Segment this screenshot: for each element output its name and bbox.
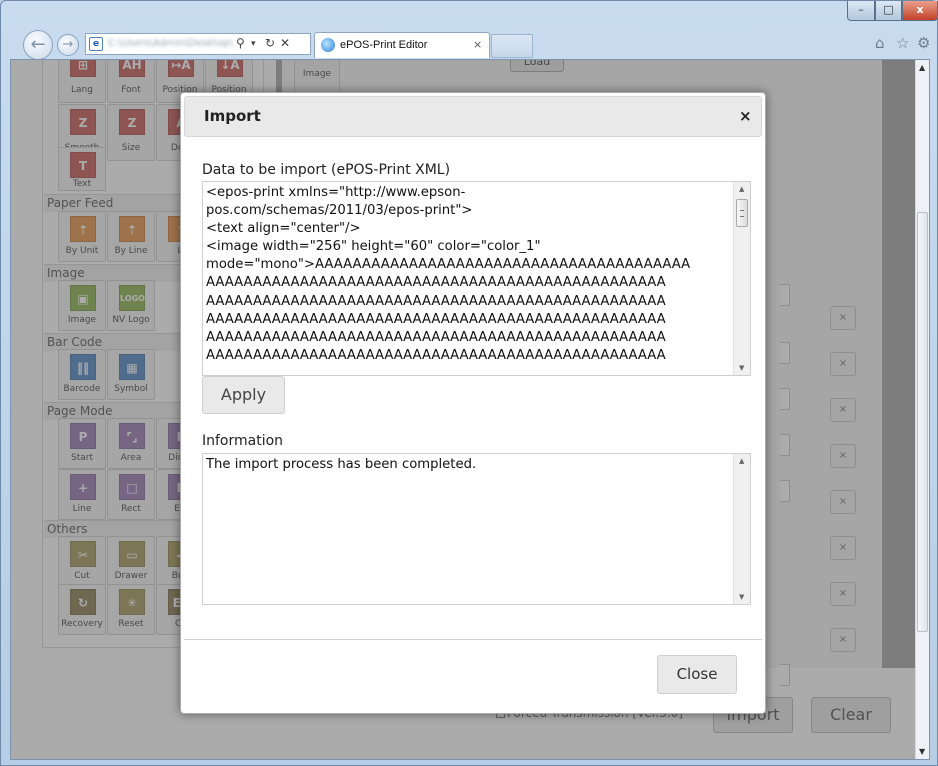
scroll-up-icon[interactable]: ▲ [739,457,744,465]
information-text: The import process has been completed. [206,457,477,472]
close-window-button[interactable]: x [902,1,938,21]
browser-tab[interactable]: ePOS-Print Editor × [314,32,490,58]
maximize-button[interactable]: □ [875,1,902,21]
close-icon[interactable]: × [739,107,752,125]
dialog-title: Import [204,107,261,125]
dialog-header: Import × [184,96,762,137]
page-icon: e [89,37,103,51]
tab-close-icon[interactable]: × [473,38,482,51]
page-scrollbar[interactable]: ▲ ▼ [915,60,929,759]
address-bar[interactable]: e C:\Users\Admin\Desktop\ ⚲ ▾ ↻ ✕ [85,33,311,55]
minimize-button[interactable]: – [847,1,875,21]
home-icon[interactable]: ⌂ [875,34,885,52]
info-scrollbar[interactable]: ▲ ▼ [733,454,750,604]
favorites-star-icon[interactable]: ☆ [896,34,909,52]
scroll-thumb[interactable] [736,199,748,227]
dialog-divider [184,639,762,640]
chevron-down-icon[interactable]: ▾ [251,39,256,49]
scroll-down-icon[interactable]: ▼ [919,747,925,756]
stop-icon[interactable]: ✕ [280,36,290,50]
scroll-down-icon[interactable]: ▼ [739,364,744,372]
search-icon[interactable]: ⚲ [236,36,245,50]
scroll-thumb[interactable] [917,212,928,632]
xml-data-label: Data to be import (ePOS-Print XML) [202,162,451,178]
xml-scrollbar[interactable]: ▲ ▼ [733,182,750,375]
refresh-icon[interactable]: ↻ [265,36,275,50]
scroll-down-icon[interactable]: ▼ [739,593,744,601]
information-label: Information [202,433,284,449]
address-url[interactable]: C:\Users\Admin\Desktop\ [108,38,233,51]
ie-favicon-icon [321,38,335,52]
xml-textarea[interactable]: <epos-print xmlns="http://www.epson- pos… [202,181,751,376]
forward-arrow-icon[interactable]: → [57,34,79,56]
close-button[interactable]: Close [657,655,737,694]
tab-title: ePOS-Print Editor [340,39,428,51]
import-dialog: Import × Data to be import (ePOS-Print X… [180,92,766,714]
information-textarea[interactable]: The import process has been completed. ▲… [202,453,751,605]
back-arrow-icon[interactable]: ← [23,30,53,60]
apply-button[interactable]: Apply [202,376,285,414]
xml-content: <epos-print xmlns="http://www.epson- pos… [206,185,691,363]
scroll-up-icon[interactable]: ▲ [739,185,744,193]
new-tab-button[interactable] [491,34,533,58]
scroll-up-icon[interactable]: ▲ [919,63,925,72]
browser-window: – □ x ← → e C:\Users\Admin\Desktop\ ⚲ ▾ … [0,0,938,766]
gear-icon[interactable]: ⚙ [917,34,930,52]
